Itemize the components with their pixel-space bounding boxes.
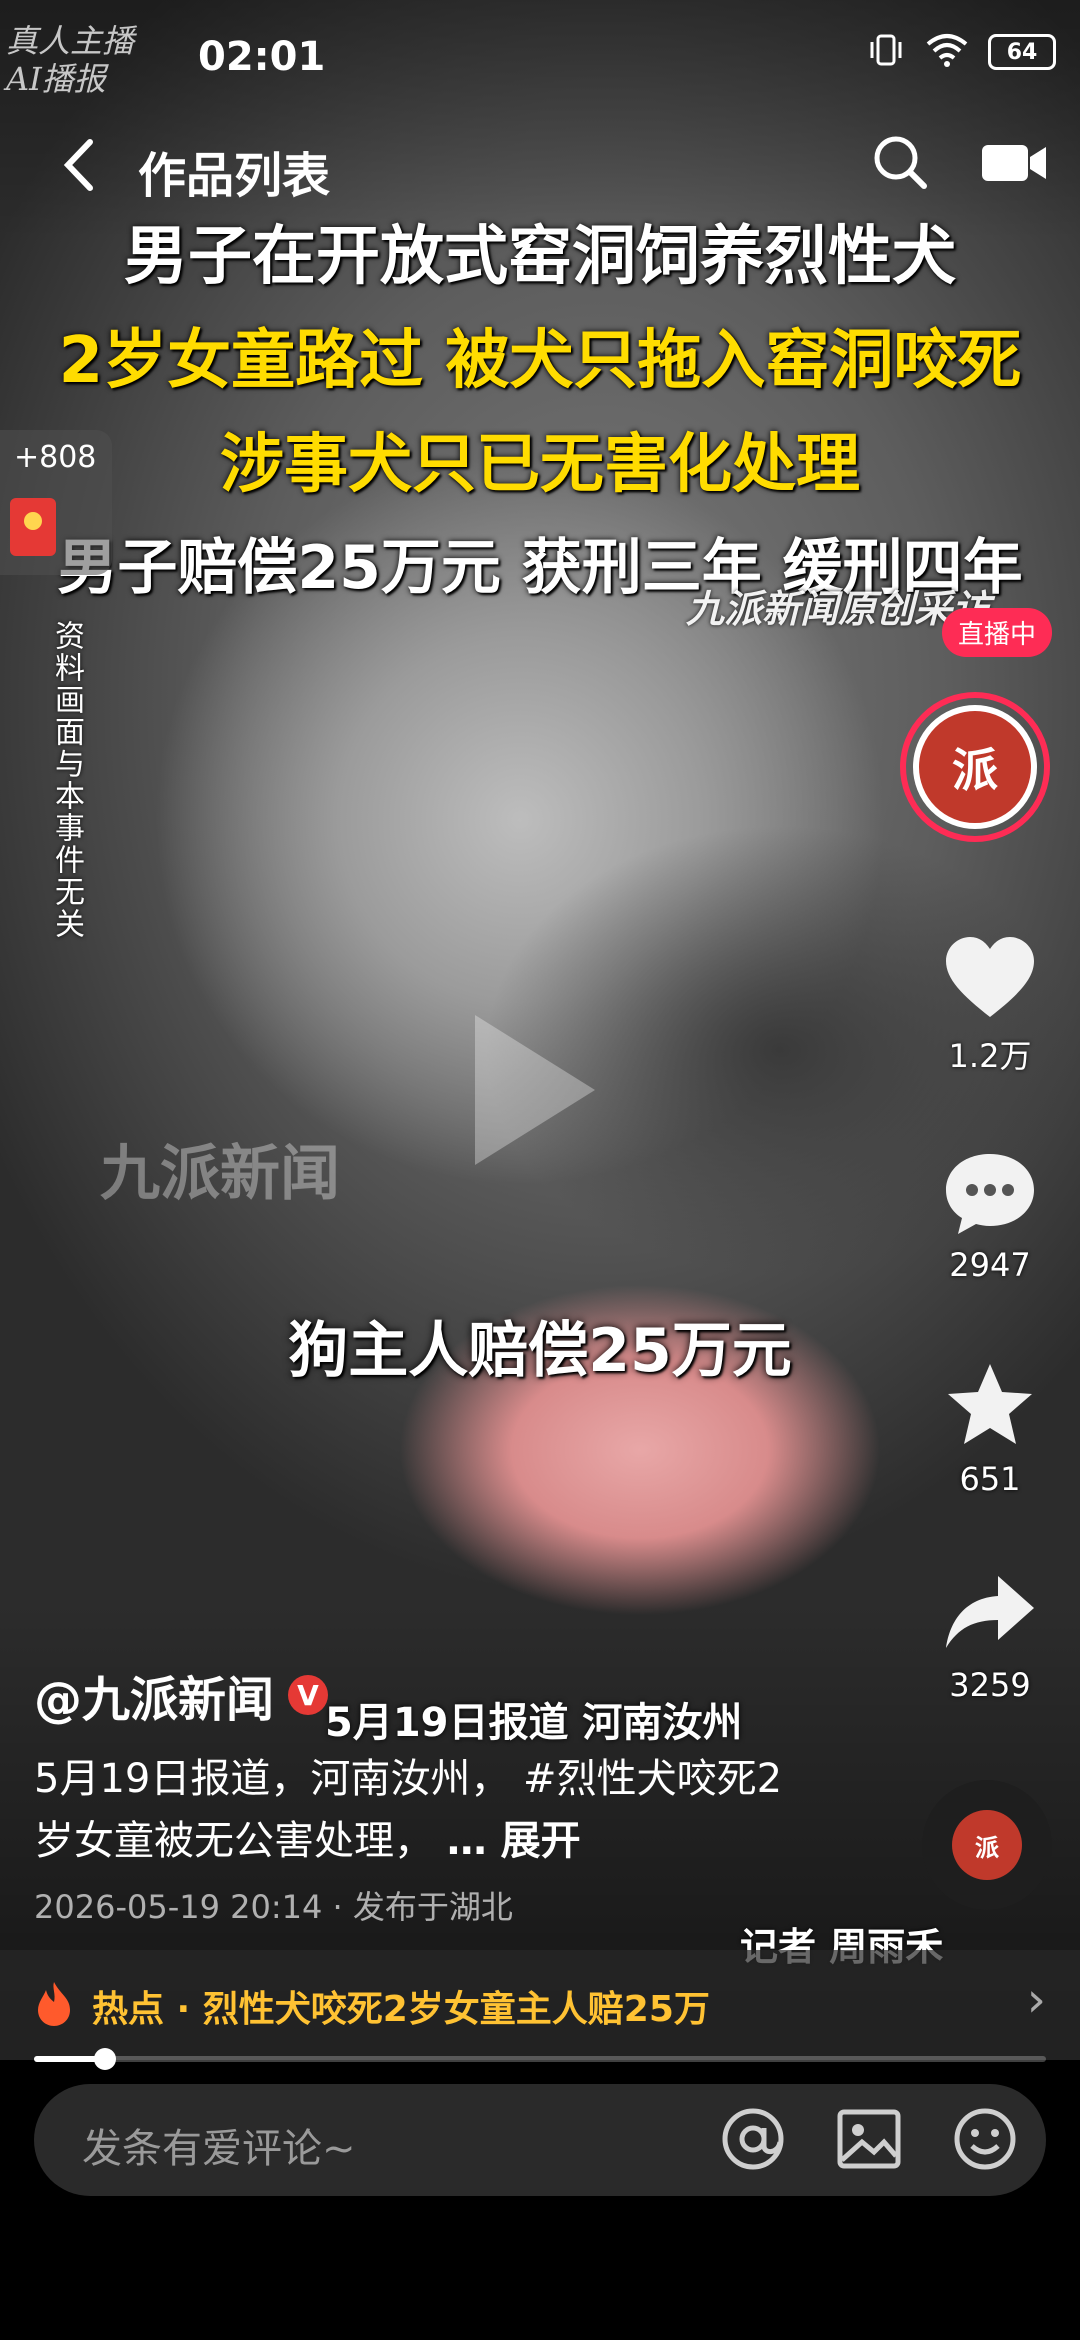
avatar: 派: [913, 705, 1037, 829]
share-icon: [946, 1576, 1034, 1648]
red-packet-widget[interactable]: +808: [0, 430, 112, 575]
status-time: 02:01: [198, 34, 326, 80]
channel-watermark: 九派新闻: [100, 1139, 340, 1209]
comment-count: 2947: [949, 1246, 1031, 1284]
back-button[interactable]: [58, 130, 98, 214]
star-icon: [948, 1364, 1032, 1444]
status-icons: 64: [866, 30, 1056, 74]
video-camera-icon[interactable]: [978, 137, 1050, 191]
hot-topic-bar[interactable]: 热点 · 烈性犬咬死2岁女童主人赔25万 ›: [0, 1950, 1080, 2060]
headline-line-3: 涉事犬只已无害化处理: [220, 428, 860, 502]
favorite-button[interactable]: 651: [920, 1360, 1060, 1498]
heart-icon: [946, 937, 1034, 1017]
video-headline: 男子在开放式窑洞饲养烈性犬 2岁女童路过 被犬只拖入窑洞咬死 涉事犬只已无害化处…: [0, 205, 1080, 606]
comment-icon: [946, 1154, 1034, 1234]
emoji-icon[interactable]: [950, 2104, 1020, 2178]
video-progress-bar[interactable]: [34, 2048, 1046, 2070]
expand-button[interactable]: … 展开: [447, 1818, 581, 1864]
progress-knob[interactable]: [93, 2048, 116, 2070]
mention-icon[interactable]: [718, 2104, 788, 2178]
description-text: 5月19日报道，河南汝州， #烈性犬咬死2岁女童被无公害处理，: [34, 1756, 783, 1864]
headline-line-1: 男子在开放式窑洞饲养烈性犬: [124, 220, 956, 294]
search-icon[interactable]: [870, 132, 930, 196]
share-count: 3259: [949, 1666, 1031, 1704]
author-handle[interactable]: @九派新闻: [34, 1660, 274, 1730]
vibrate-icon: [866, 30, 906, 74]
top-header: 作品列表: [0, 118, 1080, 218]
side-disclaimer: 资料画面与本事件无关: [49, 620, 84, 940]
live-badge[interactable]: 直播中: [941, 608, 1052, 657]
video-caption: 狗主人赔偿25万元: [288, 1316, 792, 1386]
music-disc-button[interactable]: 派: [922, 1780, 1052, 1910]
page-title[interactable]: 作品列表: [138, 136, 330, 206]
battery-icon: 64: [988, 34, 1056, 70]
bottom-area: 发条有爱评论~: [0, 2062, 1080, 2340]
verified-icon: V: [288, 1675, 329, 1715]
image-icon[interactable]: [834, 2104, 904, 2178]
post-meta: 2026-05-19 20:14 · 发布于湖北: [34, 1888, 513, 1926]
play-icon[interactable]: [475, 1015, 595, 1165]
chevron-left-icon: [63, 139, 93, 191]
comment-button[interactable]: 2947: [920, 1150, 1060, 1284]
author-avatar-button[interactable]: 派: [900, 692, 1050, 842]
comment-input-bar[interactable]: 发条有爱评论~: [34, 2084, 1046, 2196]
like-button[interactable]: 1.2万: [920, 935, 1060, 1077]
ai-broadcast-badge: 真人主播 AI播报: [6, 22, 135, 98]
red-envelope-icon: [10, 498, 56, 556]
flame-icon: [38, 1982, 70, 2026]
chevron-right-icon[interactable]: ›: [1027, 1972, 1046, 2028]
like-count: 1.2万: [948, 1037, 1032, 1075]
status-bar: 真人主播 AI播报 02:01 64: [0, 0, 1080, 118]
hot-topic-label[interactable]: 热点 · 烈性犬咬死2岁女童主人赔25万: [92, 1980, 710, 2032]
red-packet-count: +808: [14, 440, 97, 475]
comment-placeholder[interactable]: 发条有爱评论~: [82, 2116, 356, 2174]
author-name[interactable]: @九派新闻 V: [34, 1660, 329, 1730]
favorite-count: 651: [959, 1460, 1021, 1498]
report-location-tag: 5月19日报道 河南汝州: [325, 1700, 743, 1746]
headline-line-2: 2岁女童路过 被犬只拖入窑洞咬死: [58, 324, 1022, 398]
post-description: 5月19日报道，河南汝州， #烈性犬咬死2岁女童被无公害处理， … 展开: [34, 1748, 794, 1872]
music-disc-icon: 派: [952, 1810, 1022, 1880]
wifi-icon: [924, 30, 970, 74]
share-button[interactable]: 3259: [920, 1570, 1060, 1704]
